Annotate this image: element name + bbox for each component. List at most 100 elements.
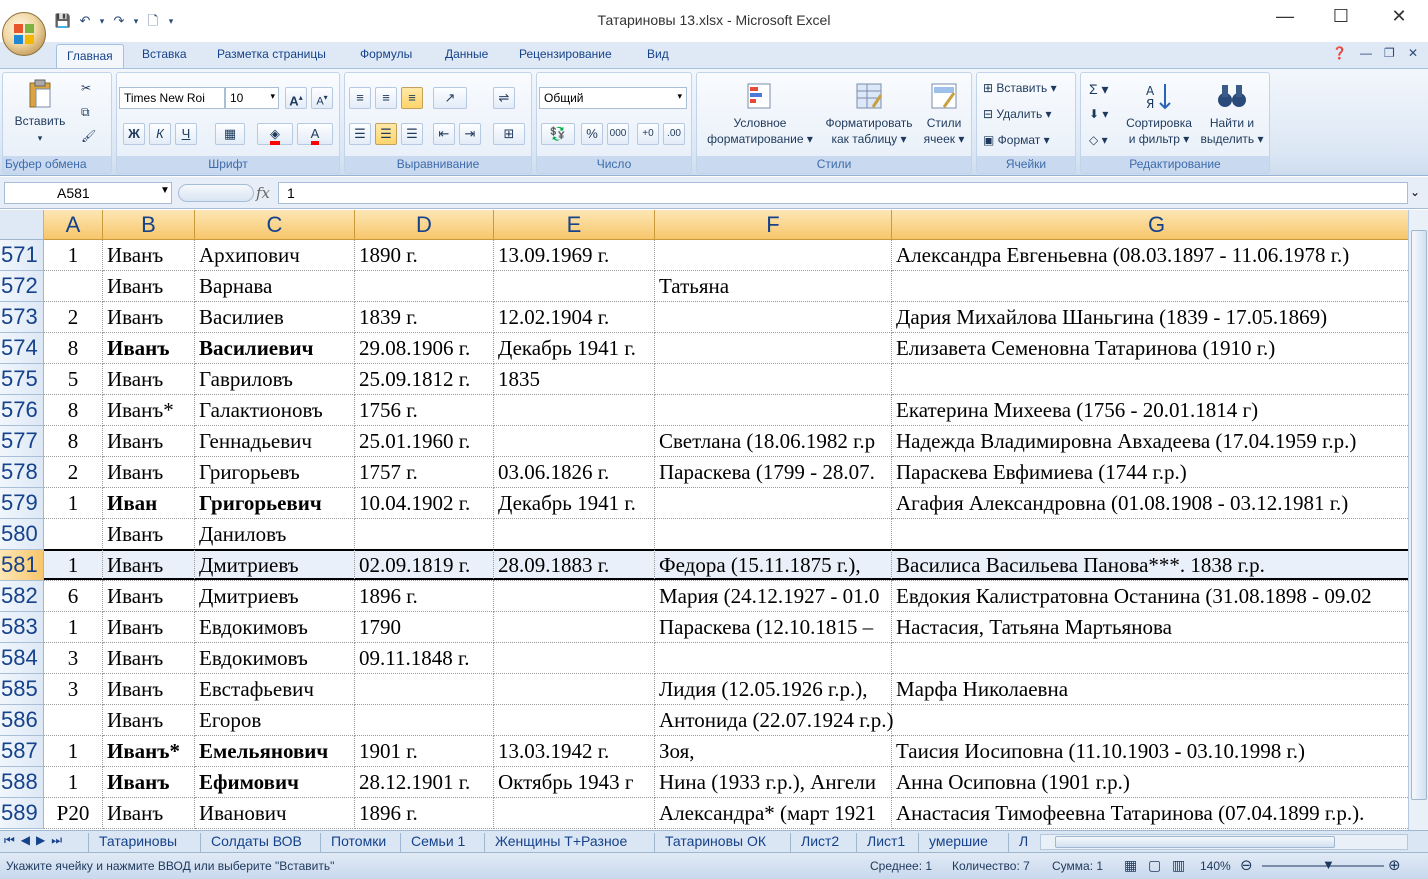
- cell-a[interactable]: 5: [44, 364, 103, 395]
- cell-b[interactable]: Иванъ: [103, 767, 195, 798]
- cell-a[interactable]: [44, 271, 103, 302]
- cell-b[interactable]: Иванъ: [103, 674, 195, 705]
- tab-formulas[interactable]: Формулы: [360, 47, 412, 61]
- sort-filter-button[interactable]: AЯ Сортировка и фильтр ▾: [1121, 81, 1197, 147]
- cell-e[interactable]: Октябрь 1943 г: [494, 767, 655, 798]
- percent-button[interactable]: %: [581, 123, 603, 145]
- cell-b[interactable]: Иванъ: [103, 302, 195, 333]
- format-cells-button[interactable]: ▣ Формат ▾: [983, 133, 1050, 147]
- wrap-text-button[interactable]: ⇌: [493, 87, 515, 109]
- cell-f[interactable]: [655, 643, 892, 674]
- cell-e[interactable]: [494, 705, 655, 736]
- cell-g[interactable]: Александра Евгеньевна (08.03.1897 - 11.0…: [892, 240, 1408, 271]
- formula-input[interactable]: 1: [278, 182, 1408, 204]
- cell-f[interactable]: Мария (24.12.1927 - 01.0: [655, 581, 892, 612]
- cell-a[interactable]: [44, 519, 103, 550]
- cell-g[interactable]: Агафия Александровна (01.08.1908 - 03.12…: [892, 488, 1408, 519]
- cell-c[interactable]: Гавриловъ: [195, 364, 355, 395]
- cell-a[interactable]: 3: [44, 643, 103, 674]
- clear-icon[interactable]: ◇ ▾: [1089, 133, 1108, 147]
- bold-button[interactable]: Ж: [123, 123, 145, 145]
- cell-d[interactable]: 10.04.1902 г.: [355, 488, 494, 519]
- vertical-scrollbar[interactable]: [1408, 210, 1428, 830]
- currency-format-button[interactable]: 💱: [541, 123, 575, 145]
- column-header-e[interactable]: E: [494, 210, 655, 240]
- cell-f[interactable]: Параскева (1799 - 28.07.: [655, 457, 892, 488]
- row-header[interactable]: 587: [0, 736, 44, 767]
- row-header[interactable]: 576: [0, 395, 44, 426]
- cell-b[interactable]: Иванъ: [103, 271, 195, 302]
- cell-b[interactable]: Иванъ: [103, 581, 195, 612]
- cell-d[interactable]: [355, 271, 494, 302]
- comma-style-button[interactable]: 000: [607, 123, 629, 145]
- copy-icon[interactable]: ⧉: [81, 105, 90, 120]
- increase-indent-button[interactable]: ⇥: [459, 123, 481, 145]
- cell-g[interactable]: Надежда Владимировна Авхадеева (17.04.19…: [892, 426, 1408, 457]
- cell-a[interactable]: 3: [44, 674, 103, 705]
- cell-f[interactable]: Антонида (22.07.1924 г.р.): [655, 705, 894, 736]
- column-header-g[interactable]: G: [892, 210, 1408, 240]
- align-right-button[interactable]: ☰: [401, 123, 423, 145]
- row-header[interactable]: 584: [0, 643, 44, 674]
- column-header-a[interactable]: A: [44, 210, 103, 240]
- number-format-box[interactable]: Общий ▾: [539, 87, 687, 109]
- tab-data[interactable]: Данные: [445, 47, 488, 61]
- increase-decimal-button[interactable]: +0: [637, 123, 659, 145]
- cell-f[interactable]: [655, 488, 892, 519]
- cell-d[interactable]: 1757 г.: [355, 457, 494, 488]
- format-as-table-button[interactable]: Форматировать как таблицу ▾: [819, 81, 919, 147]
- cell-a[interactable]: 8: [44, 426, 103, 457]
- cell-f[interactable]: [655, 302, 892, 333]
- cell-f[interactable]: [655, 240, 892, 271]
- align-center-button[interactable]: ☰: [375, 123, 397, 145]
- cell-g[interactable]: Евдокия Калистратовна Останина (31.08.18…: [892, 581, 1408, 612]
- cell-a[interactable]: 1: [44, 612, 103, 643]
- cell-b[interactable]: Иванъ: [103, 705, 195, 736]
- cell-e[interactable]: Декабрь 1941 г.: [494, 488, 655, 519]
- cell-f[interactable]: [655, 395, 892, 426]
- cell-c[interactable]: Дмитриевъ: [195, 581, 355, 612]
- cell-e[interactable]: [494, 426, 655, 457]
- column-header-b[interactable]: B: [103, 210, 195, 240]
- cell-c[interactable]: Евдокимовъ: [195, 643, 355, 674]
- cell-b[interactable]: Иванъ: [103, 612, 195, 643]
- row-header[interactable]: 573: [0, 302, 44, 333]
- italic-button[interactable]: К: [149, 123, 171, 145]
- delete-cells-button[interactable]: ⊟ Удалить ▾: [983, 107, 1052, 121]
- page-layout-view-icon[interactable]: ▢: [1148, 857, 1161, 874]
- office-button[interactable]: [2, 12, 46, 56]
- cell-f[interactable]: Зоя,: [655, 736, 892, 767]
- cell-f[interactable]: [655, 333, 892, 364]
- cell-a[interactable]: [44, 705, 103, 736]
- cell-styles-button[interactable]: Стили ячеек ▾: [917, 81, 971, 147]
- close-button[interactable]: ✕: [1376, 6, 1422, 27]
- cell-d[interactable]: 1901 г.: [355, 736, 494, 767]
- font-color-button[interactable]: A: [297, 123, 333, 145]
- cell-e[interactable]: [494, 674, 655, 705]
- help-icon[interactable]: ❓: [1332, 46, 1347, 60]
- sheet-tab[interactable]: Солдаты ВОВ: [200, 833, 312, 852]
- cell-e[interactable]: Декабрь 1941 г.: [494, 333, 655, 364]
- sheet-tab[interactable]: Л: [1008, 833, 1038, 852]
- cell-d[interactable]: 02.09.1819 г.: [355, 550, 494, 581]
- ribbon-restore-icon[interactable]: ❐: [1384, 46, 1395, 60]
- cell-f[interactable]: Лидия (12.05.1926 г.р.),: [655, 674, 892, 705]
- font-name-box[interactable]: Times New Roi: [119, 87, 225, 109]
- formula-bar-splitter[interactable]: [178, 184, 254, 202]
- cell-f[interactable]: Нина (1933 г.р.), Ангели: [655, 767, 892, 798]
- cell-e[interactable]: [494, 581, 655, 612]
- font-size-box[interactable]: 10 ▾: [225, 87, 279, 109]
- page-break-view-icon[interactable]: ▥: [1172, 857, 1185, 874]
- cell-c[interactable]: Даниловъ: [195, 519, 355, 550]
- sheet-tab[interactable]: Татариновы ОК: [654, 833, 776, 852]
- zoom-level[interactable]: 140%: [1200, 859, 1231, 873]
- row-header[interactable]: 579: [0, 488, 44, 519]
- sheet-nav-arrows-icon[interactable]: ⏮◀▶⏭: [4, 833, 68, 848]
- cell-e[interactable]: [494, 395, 655, 426]
- normal-view-icon[interactable]: ▦: [1124, 857, 1137, 874]
- cell-g[interactable]: Параскева Евфимиева (1744 г.р.): [892, 457, 1408, 488]
- sheet-tab[interactable]: Женщины Т+Разное: [484, 833, 637, 852]
- cell-a[interactable]: Р20: [44, 798, 103, 829]
- row-header[interactable]: 580: [0, 519, 44, 550]
- cell-e[interactable]: [494, 643, 655, 674]
